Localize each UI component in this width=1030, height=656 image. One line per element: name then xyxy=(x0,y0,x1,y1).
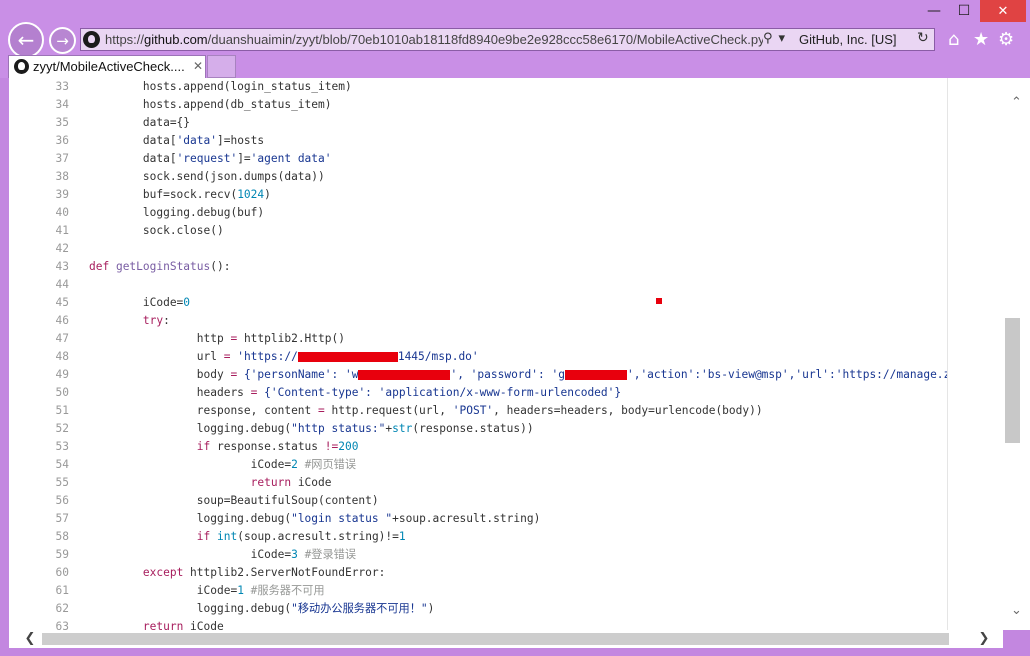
vertical-scroll-thumb[interactable] xyxy=(1005,318,1020,443)
code-line: 53 if response.status !=200 xyxy=(55,440,359,453)
redaction-mark xyxy=(358,370,451,380)
code-line: 48 url = 'https://1445/msp.do' xyxy=(55,350,479,363)
code-line: 39 buf=sock.recv(1024) xyxy=(55,188,271,201)
code-line: 51 response, content = http.request(url,… xyxy=(55,404,763,417)
code-line: 40 logging.debug(buf) xyxy=(55,206,265,219)
code-line: 61 iCode=1 #服务器不可用 xyxy=(55,584,325,597)
home-icon[interactable]: ⌂ xyxy=(948,29,959,50)
code-line: 37 data['request']='agent data' xyxy=(55,152,332,165)
tab-title: zyyt/MobileActiveCheck.... xyxy=(33,59,185,74)
code-line: 49 body = {'personName': 'w ', 'password'… xyxy=(55,368,948,381)
code-line: 58 if int(soup.acresult.string)!=1 xyxy=(55,530,406,543)
code-line: 45 iCode=0 xyxy=(55,296,191,309)
forward-arrow-icon: → xyxy=(56,31,69,50)
scroll-up-icon[interactable]: ⌃ xyxy=(1003,90,1030,115)
code-line: 59 iCode=3 #登录错误 xyxy=(55,548,357,561)
url-text[interactable]: https://github.com/duanshuaimin/zyyt/blo… xyxy=(105,32,763,47)
code-line: 50 headers = {'Content-type': 'applicati… xyxy=(55,386,622,399)
close-window-button[interactable]: ✕ xyxy=(980,0,1026,22)
back-arrow-icon: ← xyxy=(17,28,35,52)
page-content: 33 hosts.append(login_status_item) 34 ho… xyxy=(9,78,1003,630)
code-line: 63 return iCode xyxy=(55,620,224,630)
scroll-right-icon[interactable]: ❯ xyxy=(973,630,995,648)
redaction-dot xyxy=(656,298,662,304)
code-line: 33 hosts.append(login_status_item) xyxy=(55,80,352,93)
github-logo-icon xyxy=(83,31,100,48)
code-line: 52 logging.debug("http status:"+str(resp… xyxy=(55,422,534,435)
dropdown-icon[interactable]: ▾ xyxy=(779,31,786,46)
code-line: 56 soup=BeautifulSoup(content) xyxy=(55,494,379,507)
new-tab-button[interactable] xyxy=(207,55,236,78)
favorites-star-icon[interactable]: ★ xyxy=(973,29,989,50)
redaction-mark xyxy=(564,370,627,380)
code-line: 57 logging.debug("login status "+soup.ac… xyxy=(55,512,541,525)
code-line: 43 def getLoginStatus(): xyxy=(55,260,231,273)
ssl-identity-label[interactable]: GitHub, Inc. [US] xyxy=(799,32,897,47)
address-bar[interactable]: https://github.com/duanshuaimin/zyyt/blo… xyxy=(80,28,935,51)
minimize-button[interactable]: — xyxy=(920,0,948,22)
tab-close-icon[interactable]: ✕ xyxy=(193,59,203,73)
code-line: 62 logging.debug("移动办公服务器不可用！") xyxy=(55,602,435,615)
code-line: 47 http = httplib2.Http() xyxy=(55,332,345,345)
scroll-left-icon[interactable]: ❮ xyxy=(19,630,41,648)
code-line: 54 iCode=2 #网页错误 xyxy=(55,458,357,471)
code-line: 34 hosts.append(db_status_item) xyxy=(55,98,332,111)
maximize-button[interactable]: ☐ xyxy=(950,0,978,22)
github-logo-icon xyxy=(14,59,29,74)
address-icons: ⚲ ▾ xyxy=(763,31,785,46)
code-line: 44 xyxy=(55,278,69,291)
browser-tab[interactable]: zyyt/MobileActiveCheck.... ✕ xyxy=(8,55,206,78)
code-line: 46 try: xyxy=(55,314,170,327)
code-line: 41 sock.close() xyxy=(55,224,224,237)
scroll-down-icon[interactable]: ⌄ xyxy=(1003,598,1030,623)
code-line: 60 except httplib2.ServerNotFoundError: xyxy=(55,566,386,579)
vertical-scrollbar[interactable]: ⌃ ⌄ xyxy=(1003,78,1030,630)
horizontal-scrollbar[interactable]: ❮ ❯ xyxy=(9,630,1003,648)
settings-gear-icon[interactable]: ⚙ xyxy=(998,29,1014,50)
search-icon[interactable]: ⚲ xyxy=(763,31,773,46)
horizontal-scroll-thumb[interactable] xyxy=(42,633,949,645)
forward-button[interactable]: → xyxy=(49,27,76,54)
code-line: 55 return iCode xyxy=(55,476,332,489)
redaction-mark xyxy=(297,352,398,362)
code-viewer: 33 hosts.append(login_status_item) 34 ho… xyxy=(9,78,948,630)
code-line: 35 data={} xyxy=(55,116,191,129)
code-line: 36 data['data']=hosts xyxy=(55,134,265,147)
back-button[interactable]: ← xyxy=(8,22,44,58)
refresh-icon[interactable]: ↻ xyxy=(917,30,929,46)
code-line: 38 sock.send(json.dumps(data)) xyxy=(55,170,325,183)
code-line: 42 xyxy=(55,242,69,255)
